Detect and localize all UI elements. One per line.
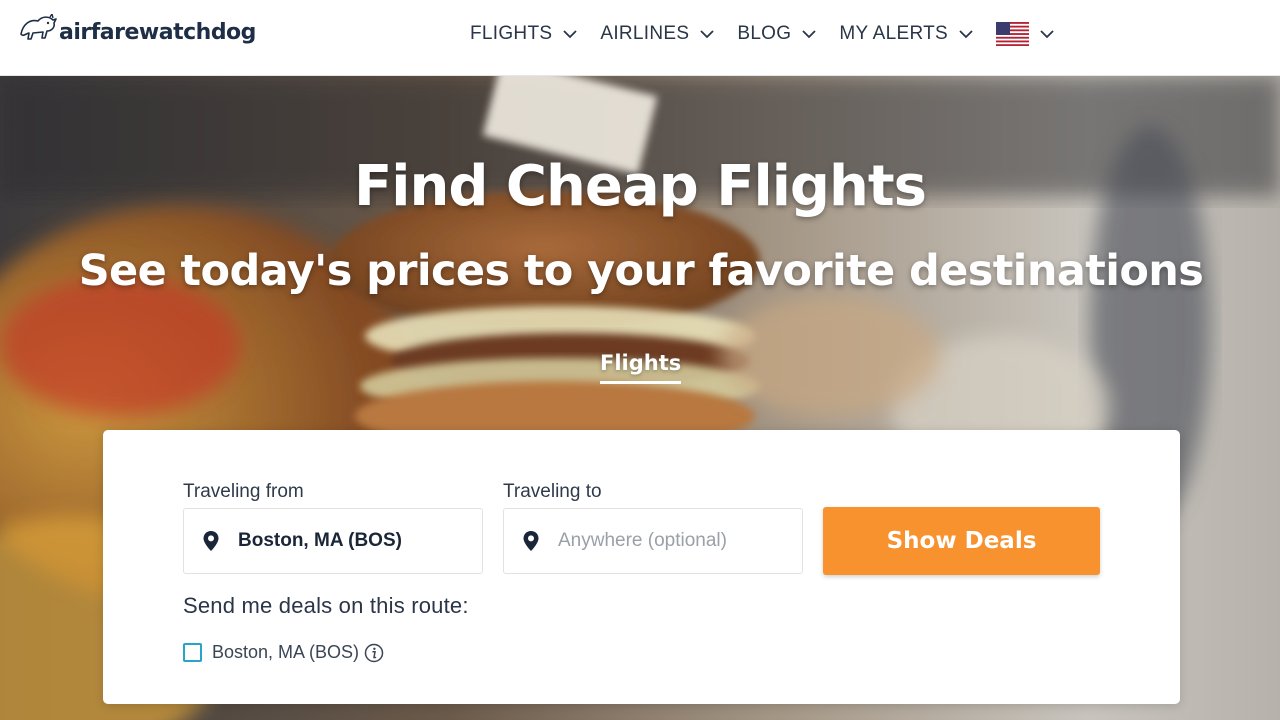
search-card: Traveling from Boston, MA (BOS) Travelin…: [103, 430, 1180, 704]
nav-flights-label: FLIGHTS: [470, 23, 553, 44]
chevron-down-icon: [1040, 30, 1054, 39]
nav-blog[interactable]: BLOG: [737, 23, 817, 45]
brand-name: airfarewatchdog: [59, 20, 256, 45]
nav-airlines-label: AIRLINES: [600, 23, 690, 44]
route-option-label: Boston, MA (BOS): [212, 642, 360, 662]
dog-logo-icon: [20, 14, 57, 40]
site-header: airfarewatchdog FLIGHTS AIRLINES BLOG MY…: [0, 0, 1280, 76]
nav-my-alerts-label: MY ALERTS: [839, 23, 949, 44]
us-flag-icon: [996, 22, 1030, 46]
info-icon[interactable]: [364, 643, 384, 663]
location-pin-icon: [203, 531, 219, 551]
from-label: Traveling from: [183, 481, 304, 502]
nav-blog-label: BLOG: [737, 23, 792, 44]
to-field[interactable]: [503, 508, 803, 574]
chevron-down-icon: [802, 30, 816, 39]
route-option: Boston, MA (BOS): [183, 642, 384, 663]
hero-section: Find Cheap Flights See today's prices to…: [0, 76, 1280, 720]
nav-my-alerts[interactable]: MY ALERTS: [839, 23, 974, 45]
hero-subtitle: See today's prices to your favorite dest…: [78, 246, 1204, 296]
chevron-down-icon: [563, 30, 577, 39]
chevron-down-icon: [959, 30, 973, 39]
nav-airlines[interactable]: AIRLINES: [600, 23, 715, 45]
hero-title: Find Cheap Flights: [354, 154, 927, 219]
location-pin-icon: [523, 531, 539, 551]
show-deals-button[interactable]: Show Deals: [823, 507, 1100, 575]
main-nav: FLIGHTS AIRLINES BLOG MY ALERTS: [470, 22, 1077, 46]
chevron-down-icon: [700, 30, 714, 39]
tab-flights[interactable]: Flights: [600, 351, 682, 384]
from-value: Boston, MA (BOS): [238, 530, 402, 551]
nav-flights[interactable]: FLIGHTS: [470, 23, 578, 45]
route-checkbox[interactable]: [183, 643, 202, 662]
locale-selector[interactable]: [996, 22, 1055, 46]
deals-label: Send me deals on this route:: [183, 593, 469, 618]
from-field[interactable]: Boston, MA (BOS): [183, 508, 483, 574]
destination-input[interactable]: [558, 530, 778, 552]
site-logo[interactable]: airfarewatchdog: [18, 14, 256, 46]
to-label: Traveling to: [503, 481, 602, 502]
